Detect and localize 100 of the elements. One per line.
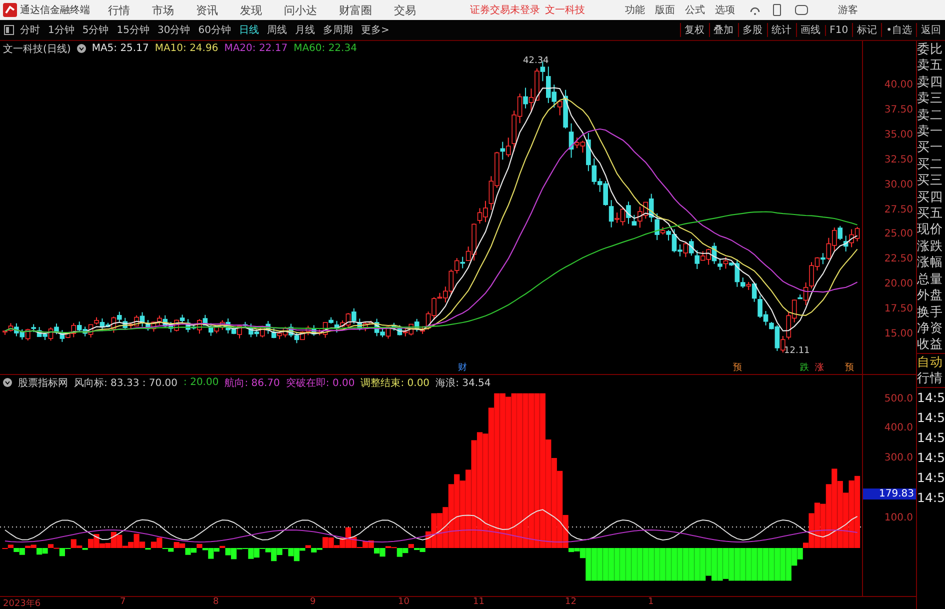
period-tab[interactable]: 多周期 [322, 23, 353, 37]
price-axis-label: 40.00 [884, 80, 913, 90]
dropdown-icon[interactable] [3, 378, 12, 388]
panel-toggle-icon[interactable] [4, 25, 14, 35]
price-axis-label: 25.00 [884, 228, 913, 240]
signal-marker: 预 [845, 362, 854, 374]
toolbar-button[interactable]: 叠加 [708, 23, 738, 37]
tool-menu-item[interactable]: 功能 [625, 3, 645, 17]
price-axis-label: 20.00 [884, 278, 913, 290]
quote-field-label: 卖一 [917, 123, 944, 140]
price-axis-label: 35.00 [884, 129, 913, 140]
price-axis-label: 32.50 [884, 154, 913, 166]
app-logo-icon [3, 3, 17, 17]
quote-field-label: 换手 [917, 304, 944, 320]
indicator-value: 突破在即: 0.00 [286, 376, 355, 390]
trade-time: 14:5 [917, 408, 945, 427]
period-tab[interactable]: 5分钟 [82, 23, 109, 37]
menu-item[interactable]: 行情 [108, 2, 130, 18]
trade-time: 14:5 [917, 388, 945, 407]
indicator-value: 海浪: 34.54 [436, 376, 491, 390]
quote-field-label: 涨跌 [917, 238, 944, 254]
quote-field-label: 买五 [917, 205, 944, 222]
signal-marker: 涨 [815, 362, 824, 374]
menu-item[interactable]: 市场 [152, 2, 174, 18]
toolbar-button[interactable]: 多股 [738, 23, 767, 37]
quote-field-label: 委比 [917, 41, 944, 58]
period-tab[interactable]: 更多> [360, 23, 390, 37]
period-tab[interactable]: 分时 [20, 23, 40, 37]
menu-item[interactable]: 发现 [240, 2, 262, 18]
moving-average-value: MA20: 22.17 [224, 43, 288, 54]
menu-item[interactable]: 资讯 [196, 2, 218, 18]
quote-field-label: 现价 [917, 221, 944, 238]
quote-field-label: 买三 [917, 172, 944, 189]
mode-label[interactable]: 行情 [917, 370, 945, 387]
period-tab[interactable]: 周线 [266, 23, 287, 37]
period-tab[interactable]: 30分钟 [157, 23, 190, 37]
period-tab[interactable]: 1分钟 [48, 23, 74, 37]
price-axis-label: 30.00 [884, 179, 913, 190]
tool-menu-item[interactable]: 选项 [715, 3, 735, 17]
date-axis-label: 8 [213, 597, 219, 608]
date-axis-label: 11 [473, 597, 484, 608]
quote-field-label: 涨幅 [917, 254, 944, 271]
quote-field-label: 总量 [917, 270, 944, 288]
menu-item[interactable]: 交易 [394, 2, 416, 18]
indicator-value: 调整结束: 0.00 [360, 376, 430, 390]
quote-field-label: 收益 [917, 336, 944, 353]
tool-menu-item[interactable]: 版面 [655, 3, 675, 17]
stock-name-link[interactable]: 文一科技 [545, 3, 585, 17]
date-axis-label: 9 [310, 597, 316, 608]
menu-item[interactable]: 问小达 [284, 2, 317, 18]
period-tab[interactable]: 日线 [238, 23, 259, 37]
price-axis-label: 22.50 [884, 254, 913, 265]
quote-field-label: 外盘 [917, 287, 944, 304]
high-price-label: 42.34 [523, 56, 549, 66]
toolbar-button[interactable]: 画线 [796, 23, 825, 37]
date-axis-label: 7 [120, 597, 126, 608]
quote-field-label: 买一 [917, 139, 944, 156]
toolbar-button[interactable]: 返回 [916, 23, 945, 37]
signal-marker: 预 [733, 362, 742, 374]
quote-field-label: 卖三 [917, 90, 944, 107]
chart-title: 文一科技(日线) [3, 42, 71, 56]
indicator-value: : 20.00 [184, 377, 219, 388]
period-tab[interactable]: 60分钟 [198, 23, 231, 37]
quote-field-label: 卖二 [917, 106, 944, 124]
date-axis-label: 10 [398, 597, 410, 608]
indicator-name: 股票指标网 [18, 376, 68, 390]
period-tab[interactable]: 月线 [294, 23, 315, 37]
price-axis-label: 27.50 [884, 204, 913, 215]
toolbar-button[interactable]: 统计 [766, 23, 796, 37]
indicator-value: 航向: 86.70 [224, 376, 280, 390]
quote-field-label: 买二 [917, 156, 944, 172]
indicator-value: 风向标: 83.33 : 70.00 [74, 376, 178, 390]
quote-field-label: 卖五 [917, 57, 944, 74]
quote-field-label: 卖四 [917, 74, 944, 90]
indicator-axis-label: 500.0 [884, 394, 913, 405]
moving-average-value: MA5: 25.17 [92, 43, 149, 54]
price-axis-label: 15.00 [884, 328, 913, 340]
toolbar-button[interactable]: F10 [824, 24, 852, 36]
toolbar-button[interactable]: 标记 [852, 23, 882, 37]
price-axis-label: 37.50 [884, 104, 913, 116]
phone-icon[interactable] [773, 4, 781, 16]
login-status-text: 证券交易未登录 [470, 4, 540, 17]
signal-marker: 跌 [800, 362, 809, 374]
moving-average-value: MA10: 24.96 [154, 43, 218, 54]
period-tab[interactable]: 15分钟 [116, 23, 150, 37]
toolbar-button[interactable]: 复权 [680, 23, 709, 37]
price-axis-label: 17.50 [884, 304, 913, 315]
trade-time: 14:5 [917, 468, 945, 487]
moving-average-value: MA60: 22.34 [294, 43, 357, 54]
dropdown-icon[interactable] [76, 44, 86, 53]
date-axis-label: 2023年6 [3, 598, 41, 609]
tool-menu-item[interactable]: 公式 [685, 3, 705, 17]
date-axis-label: 1 [648, 597, 654, 608]
quote-field-label: 净资 [917, 320, 944, 336]
toolbar-button[interactable]: •自选 [881, 23, 916, 37]
user-label[interactable]: 游客 [838, 3, 858, 17]
mode-label[interactable]: 自动 [917, 354, 945, 370]
menu-item[interactable]: 财富圈 [339, 2, 372, 18]
signal-marker: 财 [458, 362, 467, 374]
date-axis-label: 12 [565, 597, 576, 608]
